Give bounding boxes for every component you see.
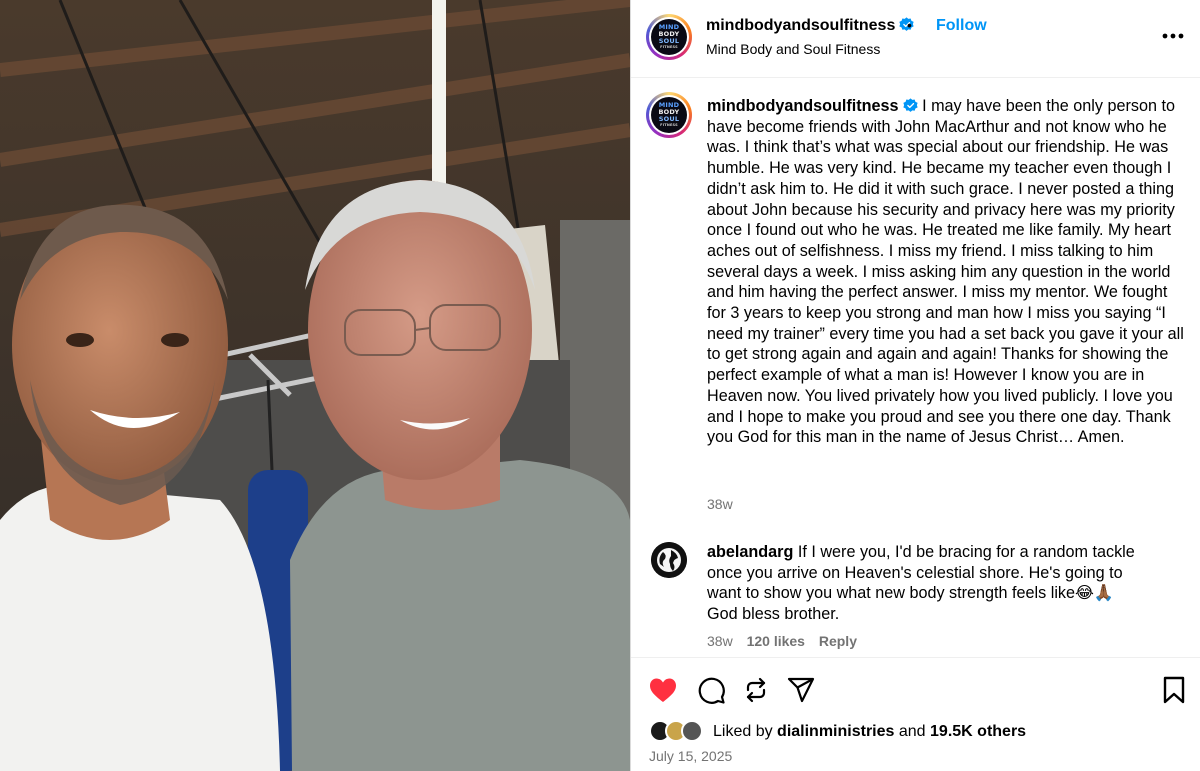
- caption-text: mindbodyandsoulfitness I may have been t…: [707, 96, 1185, 448]
- commenter-username-link[interactable]: abelandarg: [707, 543, 793, 561]
- photo-illustration: [0, 0, 630, 771]
- post-date[interactable]: July 15, 2025: [649, 748, 732, 764]
- separator-dot: •: [907, 17, 912, 33]
- caption-timestamp[interactable]: 38w: [707, 496, 733, 512]
- liker-avatar[interactable]: [681, 720, 703, 742]
- bookmark-icon[interactable]: [1159, 675, 1189, 705]
- post-actions: Liked by dialinministries and 19.5K othe…: [631, 657, 1200, 771]
- author-username-link[interactable]: mindbodyandsoulfitness: [706, 17, 914, 35]
- liked-by-text: Liked by dialinministries and 19.5K othe…: [713, 723, 1027, 740]
- likes-count-link[interactable]: 19.5K others: [930, 723, 1026, 740]
- post-photo[interactable]: [0, 0, 630, 771]
- author-avatar[interactable]: MIND BODY SOUL FITNESS: [646, 14, 692, 60]
- verified-badge-icon: [902, 98, 918, 112]
- send-icon[interactable]: [786, 675, 816, 705]
- brand-logo: MIND BODY SOUL FITNESS: [651, 19, 687, 55]
- globe-icon: [651, 542, 687, 578]
- commenter-avatar[interactable]: [651, 542, 687, 578]
- brand-logo: MIND BODY SOUL FITNESS: [651, 97, 687, 133]
- heart-filled-icon[interactable]: [648, 675, 678, 705]
- comment-likes-count[interactable]: 120 likes: [747, 633, 805, 649]
- caption-body: I may have been the only person to have …: [707, 97, 1184, 447]
- post-modal: MIND BODY SOUL FITNESS mindbodyandsoulfi…: [0, 0, 1200, 771]
- liked-by-user-link[interactable]: dialinministries: [777, 723, 894, 740]
- liked-by-row: Liked by dialinministries and 19.5K othe…: [649, 720, 1189, 744]
- caption-author-link[interactable]: mindbodyandsoulfitness: [707, 97, 899, 115]
- more-horizontal-icon[interactable]: [1159, 24, 1187, 48]
- comment-timestamp[interactable]: 38w: [707, 633, 733, 649]
- comment-meta: 38w 120 likes Reply: [707, 633, 867, 649]
- post-header: MIND BODY SOUL FITNESS mindbodyandsoulfi…: [631, 0, 1200, 78]
- reply-button[interactable]: Reply: [819, 633, 857, 649]
- comment-bubble-icon[interactable]: [696, 675, 726, 705]
- follow-button[interactable]: Follow: [936, 17, 987, 35]
- caption-author-avatar[interactable]: MIND BODY SOUL FITNESS: [646, 92, 692, 138]
- post-side-panel: MIND BODY SOUL FITNESS mindbodyandsoulfi…: [630, 0, 1200, 771]
- author-display-name: Mind Body and Soul Fitness: [706, 41, 881, 57]
- repost-icon[interactable]: [741, 675, 771, 705]
- comment-text: abelandarg If I were you, I'd be bracing…: [707, 542, 1145, 625]
